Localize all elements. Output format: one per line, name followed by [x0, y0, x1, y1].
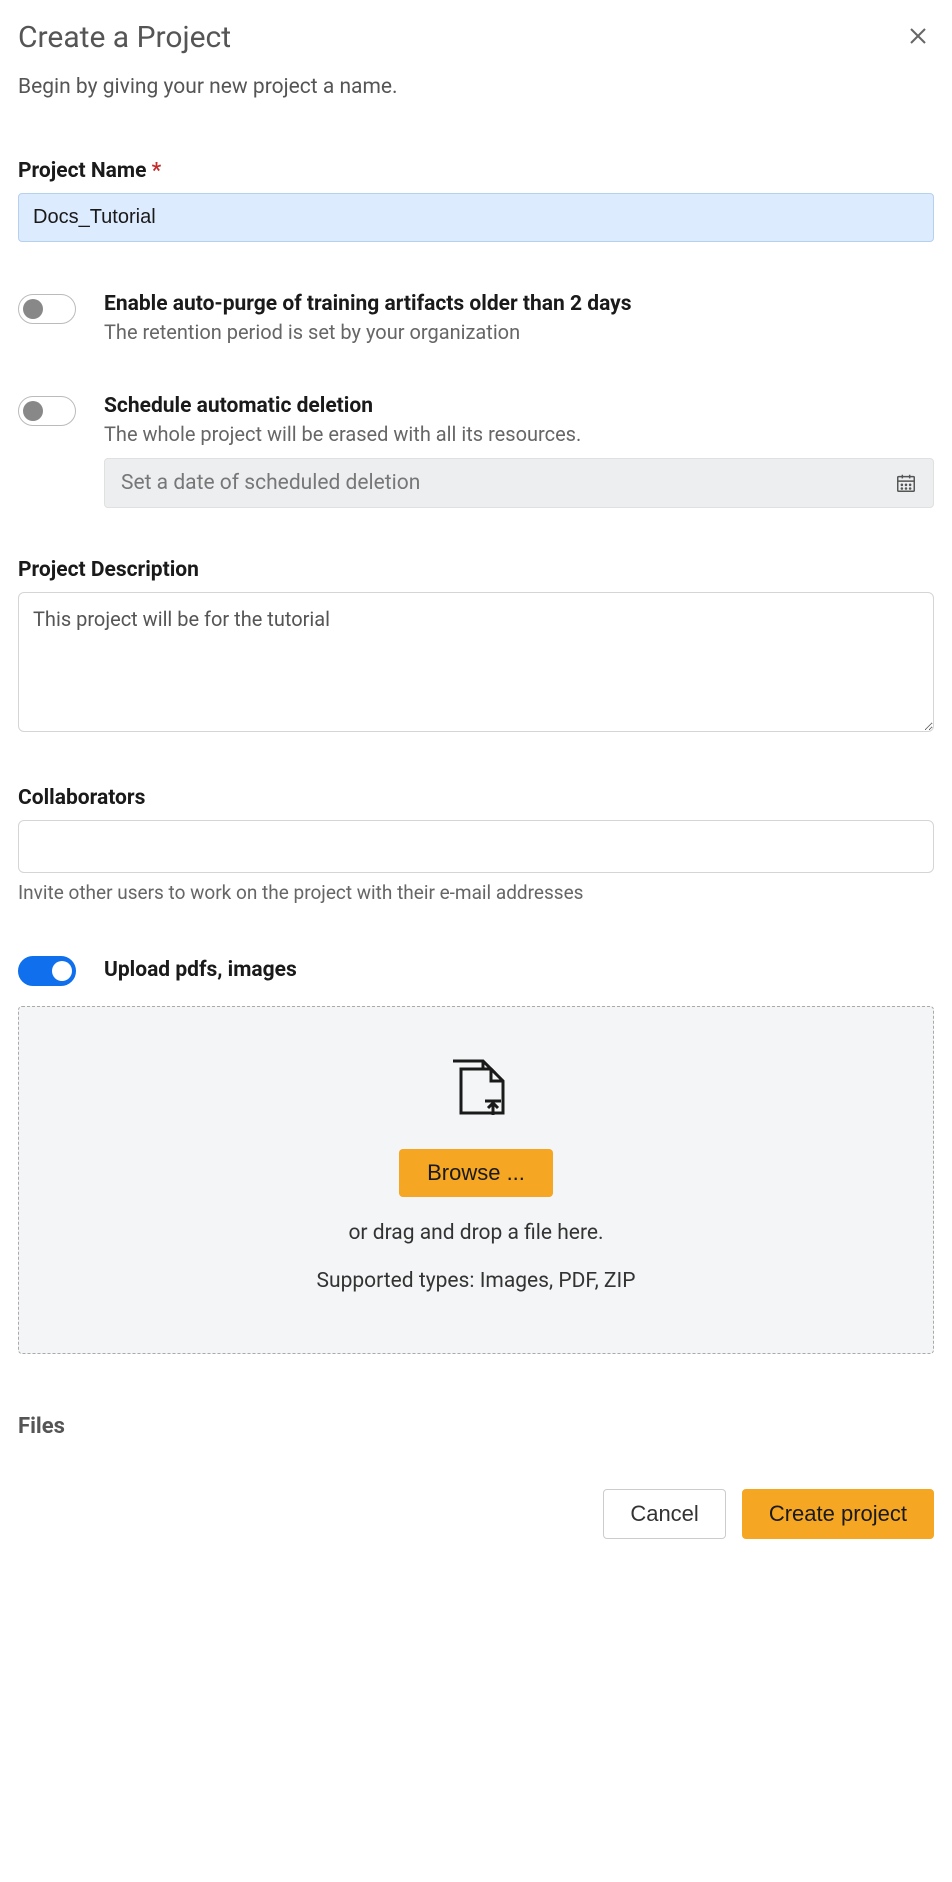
dialog-subtitle: Begin by giving your new project a name.	[18, 75, 934, 99]
close-icon	[906, 24, 930, 48]
scheduled-deletion-description: The whole project will be erased with al…	[104, 422, 934, 446]
auto-purge-toggle[interactable]	[18, 294, 76, 324]
project-name-label: Project Name *	[18, 159, 934, 183]
date-placeholder: Set a date of scheduled deletion	[121, 471, 420, 495]
scheduled-deletion-title: Schedule automatic deletion	[104, 394, 934, 418]
calendar-icon	[895, 472, 917, 494]
cancel-button[interactable]: Cancel	[603, 1489, 725, 1539]
project-description-label: Project Description	[18, 558, 934, 582]
collaborators-label: Collaborators	[18, 786, 934, 810]
scheduled-deletion-date-input[interactable]: Set a date of scheduled deletion	[104, 458, 934, 508]
dialog-title: Create a Project	[18, 20, 231, 55]
browse-button[interactable]: Browse ...	[399, 1149, 553, 1197]
project-description-input[interactable]	[18, 592, 934, 732]
collaborators-input[interactable]	[18, 820, 934, 873]
required-indicator: *	[152, 159, 162, 183]
upload-toggle[interactable]	[18, 956, 76, 986]
auto-purge-title: Enable auto-purge of training artifacts …	[104, 292, 934, 316]
file-dropzone[interactable]: Browse ... or drag and drop a file here.…	[18, 1006, 934, 1354]
upload-toggle-label: Upload pdfs, images	[104, 958, 297, 982]
create-project-button[interactable]: Create project	[742, 1489, 934, 1539]
dropzone-supported-text: Supported types: Images, PDF, ZIP	[39, 1269, 913, 1293]
project-name-input[interactable]	[18, 193, 934, 242]
collaborators-helper: Invite other users to work on the projec…	[18, 881, 934, 904]
files-heading: Files	[18, 1414, 934, 1439]
close-button[interactable]	[902, 20, 934, 55]
dropzone-dragdrop-text: or drag and drop a file here.	[39, 1221, 913, 1245]
scheduled-deletion-toggle[interactable]	[18, 396, 76, 426]
auto-purge-description: The retention period is set by your orga…	[104, 320, 934, 344]
upload-file-icon	[39, 1057, 913, 1125]
